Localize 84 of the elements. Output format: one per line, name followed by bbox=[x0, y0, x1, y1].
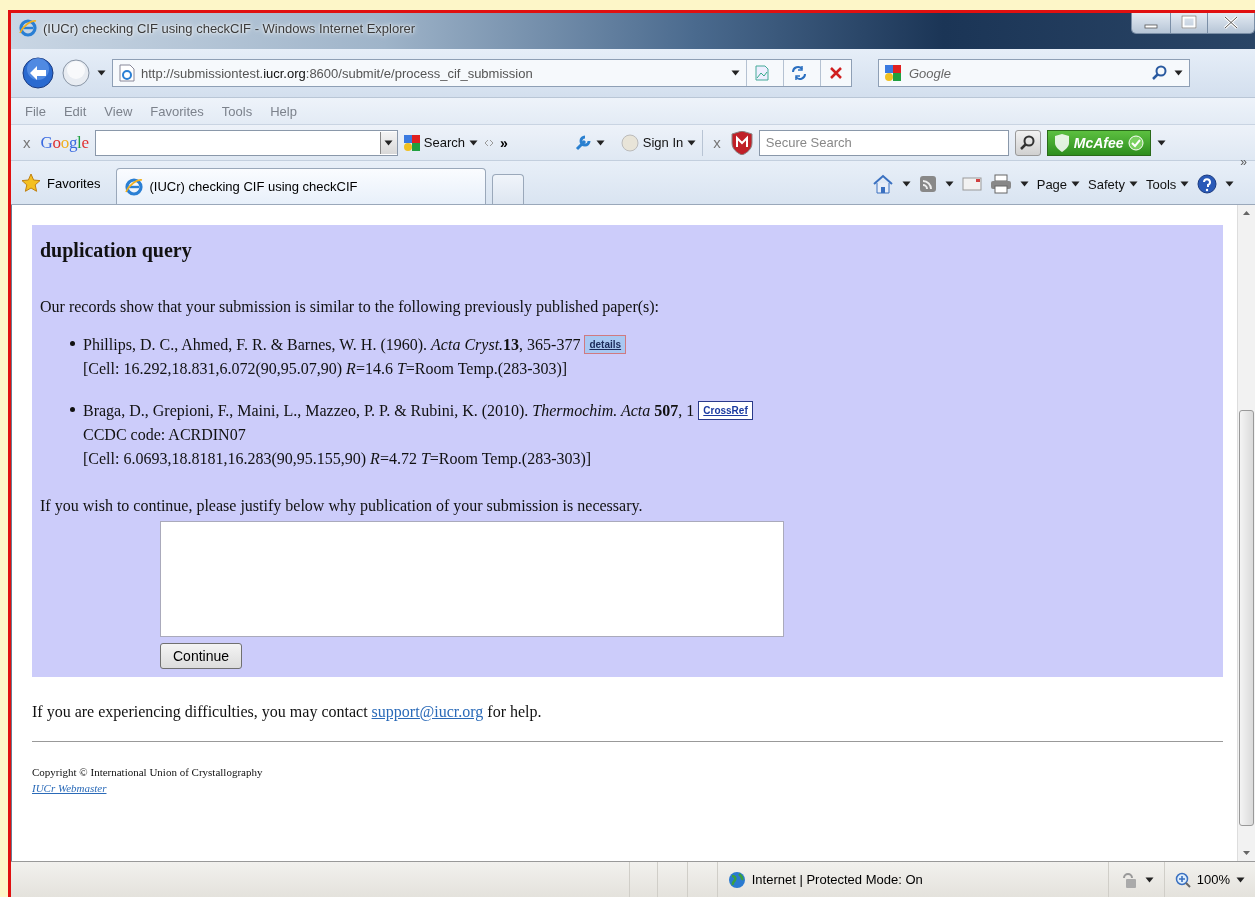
home-icon[interactable] bbox=[871, 174, 894, 194]
caret-icon[interactable] bbox=[1236, 876, 1245, 883]
mail-icon[interactable] bbox=[961, 176, 982, 192]
print-icon[interactable] bbox=[989, 174, 1012, 194]
caret-icon[interactable] bbox=[1180, 181, 1190, 187]
bullet-icon bbox=[70, 341, 75, 346]
citation: Phillips, D. C., Ahmed, F. R. & Barnes, W. H. (1960). Acta Cryst.13, 365-377 bbox=[83, 336, 581, 353]
justification-field[interactable] bbox=[160, 521, 784, 637]
caret-icon[interactable] bbox=[469, 139, 478, 146]
toolbar-brand: Google bbox=[40, 132, 89, 153]
shield-icon bbox=[730, 130, 753, 155]
command-menu[interactable]: Safety bbox=[1088, 176, 1138, 192]
browser-logo-icon bbox=[19, 19, 37, 37]
search-box[interactable]: Google bbox=[878, 59, 1190, 87]
reference-detail: [Cell: 6.0693,18.8181,16.283(90,95.155,90) R=4.72 T=Room Temp.(283-303)] bbox=[83, 450, 592, 467]
url-text[interactable]: http://submissiontest.iucr.org:8600/submit/e/process_cif_submission bbox=[141, 65, 725, 81]
sign-in-button[interactable]: Sign In bbox=[620, 133, 697, 152]
dropdown-caret-icon[interactable] bbox=[384, 139, 394, 146]
menu-item[interactable]: Favorites bbox=[142, 101, 212, 121]
help-text: If you are experiencing difficulties, you may contact support@iucr.org for help. bbox=[32, 703, 543, 721]
caret-icon[interactable] bbox=[1019, 181, 1029, 187]
caret-icon[interactable] bbox=[901, 181, 911, 187]
caret-icon[interactable] bbox=[1128, 181, 1138, 187]
copyright-text: Copyright © International Union of Crystallography bbox=[32, 766, 264, 778]
search-icon[interactable] bbox=[1152, 65, 1168, 81]
star-icon bbox=[21, 173, 41, 193]
colored-squares-icon bbox=[403, 133, 420, 152]
feed-icon[interactable] bbox=[918, 175, 937, 193]
email-link[interactable]: support@iucr.org bbox=[371, 703, 484, 720]
back-icon[interactable] bbox=[21, 56, 55, 90]
scroll-thumb[interactable] bbox=[1239, 410, 1254, 826]
dropdown-caret-icon[interactable] bbox=[731, 70, 740, 76]
browser-tab[interactable]: (IUCr) checking CIF using checkCIF bbox=[116, 168, 487, 204]
caret-icon[interactable] bbox=[1156, 139, 1166, 146]
browser-logo-icon bbox=[125, 177, 144, 196]
scrollbar[interactable] bbox=[1237, 205, 1255, 861]
reference-link[interactable]: details bbox=[584, 335, 627, 354]
dropdown-caret-icon[interactable] bbox=[1174, 70, 1183, 76]
caret-icon[interactable] bbox=[1225, 181, 1235, 187]
zoom-icon bbox=[1174, 871, 1191, 888]
caret-icon[interactable] bbox=[687, 139, 697, 146]
search-icon[interactable] bbox=[1019, 134, 1036, 151]
search-button[interactable]: Search bbox=[403, 133, 478, 152]
window-title: (IUCr) checking CIF using checkCIF - Windows Internet Explorer bbox=[43, 20, 416, 36]
intro-text: Our records show that your submission is similar to the following previously published paper(s): bbox=[40, 298, 661, 316]
page-icon bbox=[119, 64, 135, 82]
caret-icon[interactable] bbox=[1144, 876, 1154, 883]
close-toolbar-button[interactable]: x bbox=[19, 134, 35, 151]
help-icon[interactable] bbox=[1197, 174, 1218, 194]
citation: Braga, D., Grepioni, F., Maini, L., Mazzeo, P. P. & Rubini, K. (2010). Thermochim. Acta 507, 1 bbox=[83, 402, 695, 419]
page-heading: duplication query bbox=[40, 239, 192, 262]
search-field[interactable]: Google bbox=[907, 64, 1146, 82]
toolbar-search-field[interactable] bbox=[94, 129, 398, 156]
address-bar[interactable]: http://submissiontest.iucr.org:8600/submit/e/process_cif_submission bbox=[112, 59, 852, 87]
history-caret-icon[interactable] bbox=[97, 70, 106, 76]
command-menu[interactable]: Tools bbox=[1145, 176, 1190, 192]
ball-icon bbox=[620, 133, 639, 152]
command-menu[interactable]: Page bbox=[1036, 176, 1081, 192]
close-toolbar-button[interactable]: x bbox=[709, 134, 725, 151]
prompt-text: If you wish to continue, please justify below why publication of your submission is necessary. bbox=[40, 497, 644, 515]
caret-icon[interactable] bbox=[595, 139, 605, 146]
close-icon[interactable] bbox=[1207, 13, 1254, 33]
reference-detail: [Cell: 16.292,18.831,6.072(90,95.07,90) R=14.6 T=Room Temp.(283-303)] bbox=[83, 360, 568, 377]
check-icon bbox=[1127, 134, 1144, 151]
reference-link[interactable]: CrossRef bbox=[698, 401, 753, 420]
globe-icon bbox=[727, 870, 746, 889]
maximize-icon[interactable] bbox=[1170, 13, 1207, 33]
more-button[interactable]: » bbox=[500, 134, 508, 151]
secure-search-field[interactable]: Secure Search bbox=[758, 129, 1009, 156]
refresh-icon[interactable] bbox=[790, 64, 808, 82]
more-button[interactable]: » bbox=[1240, 155, 1247, 169]
favorites-button[interactable]: Favorites bbox=[19, 166, 111, 200]
reference-detail: CCDC code: ACRDIN07 bbox=[83, 426, 246, 443]
bullet-icon bbox=[70, 407, 75, 412]
shield-icon bbox=[1053, 133, 1070, 152]
colored-squares-icon bbox=[885, 64, 901, 82]
webmaster-link[interactable]: IUCr Webmaster bbox=[32, 782, 107, 794]
wrench-icon[interactable] bbox=[573, 133, 592, 152]
continue-button[interactable]: Continue bbox=[160, 643, 243, 669]
menu-item[interactable]: Tools bbox=[213, 101, 261, 121]
zoom-level[interactable]: 100% bbox=[1163, 862, 1255, 897]
security-zone: Internet | Protected Mode: On bbox=[751, 872, 923, 887]
caret-icon[interactable] bbox=[944, 181, 954, 187]
caret-icon[interactable] bbox=[1071, 181, 1081, 187]
